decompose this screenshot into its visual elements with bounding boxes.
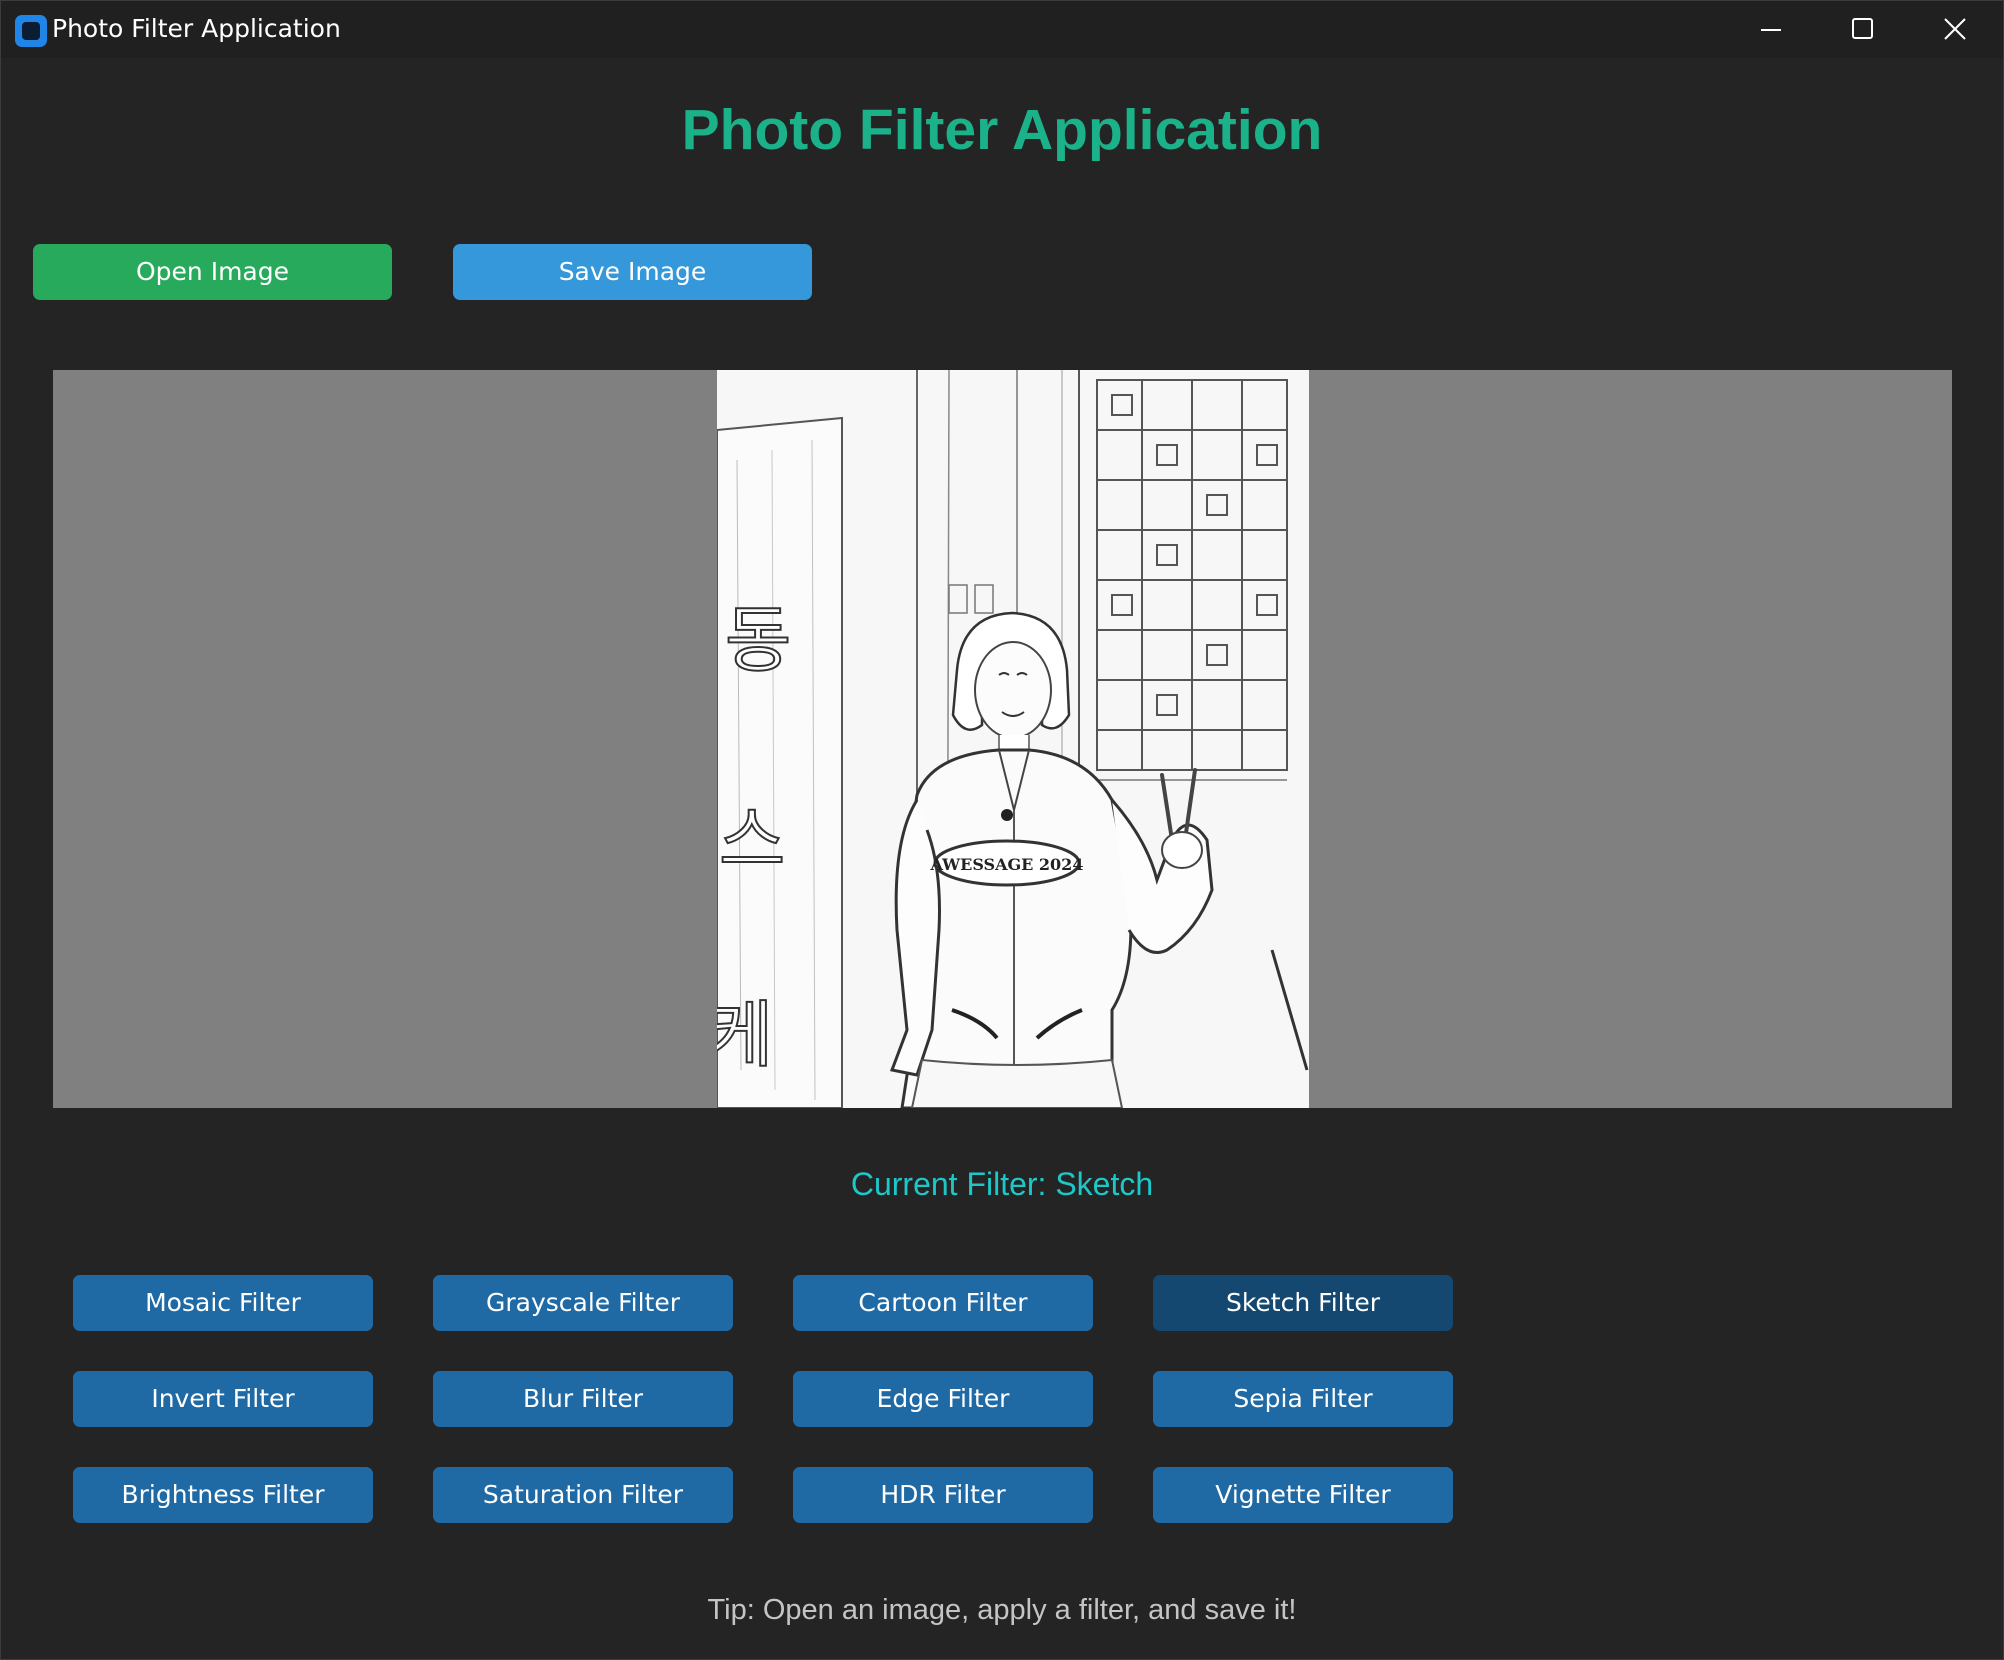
minimize-icon (1761, 29, 1781, 31)
app-window: Photo Filter Application Photo Filter Ap… (0, 0, 2004, 1660)
window-title: Photo Filter Application (52, 14, 341, 43)
saturation-filter-button[interactable]: Saturation Filter (433, 1467, 733, 1523)
edge-filter-button[interactable]: Edge Filter (793, 1371, 1093, 1427)
sepia-filter-button[interactable]: Sepia Filter (1153, 1371, 1453, 1427)
title-bar: Photo Filter Application (1, 1, 2003, 58)
save-image-button[interactable]: Save Image (453, 244, 812, 300)
close-button[interactable] (1909, 1, 2001, 58)
app-icon (15, 15, 47, 47)
image-preview: 동 스 케 AWESSAGE 2024 (717, 370, 1309, 1108)
hangul-char-2: 스 (719, 798, 785, 882)
sketch-filter-button[interactable]: Sketch Filter (1153, 1275, 1453, 1331)
hangul-char-3: 케 (717, 993, 773, 1077)
current-filter-label: Current Filter: Sketch (850, 1166, 1154, 1202)
page-title: Photo Filter Application (681, 98, 1323, 162)
blur-filter-button[interactable]: Blur Filter (433, 1371, 733, 1427)
brightness-filter-button[interactable]: Brightness Filter (73, 1467, 373, 1523)
invert-filter-button[interactable]: Invert Filter (73, 1371, 373, 1427)
grayscale-filter-button[interactable]: Grayscale Filter (433, 1275, 733, 1331)
hdr-filter-button[interactable]: HDR Filter (793, 1467, 1093, 1523)
close-icon (1944, 18, 1966, 40)
maximize-button[interactable] (1817, 1, 1909, 58)
vignette-filter-button[interactable]: Vignette Filter (1153, 1467, 1453, 1523)
minimize-button[interactable] (1726, 1, 1818, 58)
open-image-button[interactable]: Open Image (33, 244, 392, 300)
cartoon-filter-button[interactable]: Cartoon Filter (793, 1275, 1093, 1331)
jacket-logo-text: AWESSAGE 2024 (930, 855, 1084, 874)
hangul-char-1: 동 (725, 598, 791, 682)
maximize-icon (1852, 18, 1873, 39)
mosaic-filter-button[interactable]: Mosaic Filter (73, 1275, 373, 1331)
sketch-photo: 동 스 케 AWESSAGE 2024 (717, 370, 1309, 1108)
tip-text: Tip: Open an image, apply a filter, and … (707, 1594, 1297, 1626)
image-canvas: 동 스 케 AWESSAGE 2024 (53, 370, 1952, 1108)
